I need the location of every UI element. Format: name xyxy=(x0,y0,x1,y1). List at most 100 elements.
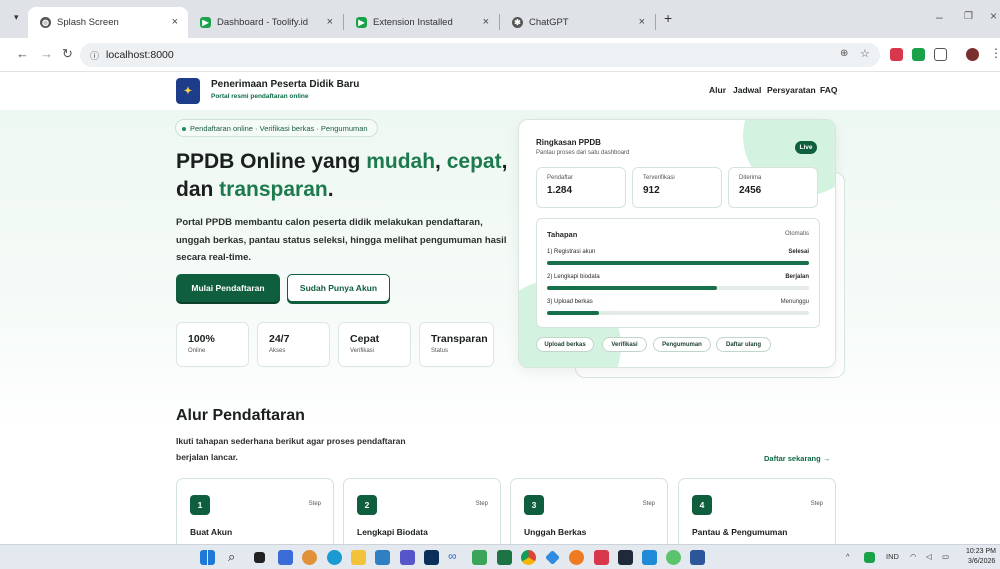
step-status: Berjalan xyxy=(785,274,809,280)
reload-icon[interactable]: ↻ xyxy=(62,46,73,62)
metric-label: Terverifikasi xyxy=(643,175,675,181)
nav-faq[interactable]: FAQ xyxy=(820,85,837,95)
tab-title: Splash Screen xyxy=(57,17,119,28)
forward-icon[interactable]: → xyxy=(40,46,53,61)
profile-avatar-icon[interactable] xyxy=(966,48,979,61)
app-icon[interactable] xyxy=(400,550,415,565)
edge-icon[interactable] xyxy=(327,550,342,565)
chip-verifikasi[interactable]: Verifikasi xyxy=(602,337,647,352)
address-bar-row: ← → ↻ ⓘ localhost:8000 ⊕ ☆ ⋮ xyxy=(0,38,1000,72)
zoom-icon[interactable]: ⊕ xyxy=(840,48,848,59)
stat-label: Status xyxy=(431,348,449,354)
nav-jadwal[interactable]: Jadwal xyxy=(733,85,761,95)
firefox-icon[interactable] xyxy=(569,550,584,565)
clock-date[interactable]: 3/6/2026 xyxy=(968,558,995,565)
nav-alur[interactable]: Alur xyxy=(709,85,726,95)
task-view-icon[interactable] xyxy=(254,552,265,563)
language-indicator[interactable]: IND xyxy=(886,552,899,561)
excel-icon[interactable] xyxy=(497,550,512,565)
app-icon[interactable] xyxy=(375,550,390,565)
chip-pengumuman[interactable]: Pengumuman xyxy=(653,337,711,352)
step-title: Buat Akun xyxy=(190,527,233,537)
school-logo-icon[interactable]: ✦ xyxy=(176,78,200,104)
vscode-icon[interactable] xyxy=(642,550,657,565)
register-now-link[interactable]: Daftar sekarang → xyxy=(764,454,830,463)
minimize-icon[interactable]: – xyxy=(936,10,943,24)
windows-start-icon[interactable] xyxy=(200,550,215,565)
photoshop-icon[interactable] xyxy=(424,550,439,565)
step-status: Menunggu xyxy=(780,299,809,305)
colorful-app-icon[interactable] xyxy=(302,550,317,565)
url-field[interactable]: ⓘ localhost:8000 ⊕ ☆ xyxy=(80,43,880,67)
toolify-extension-icon[interactable] xyxy=(912,48,925,61)
tray-chevron-icon[interactable]: ^ xyxy=(846,552,850,561)
tab-separator xyxy=(655,14,656,30)
new-tab-button[interactable]: + xyxy=(664,10,672,26)
title-text: , xyxy=(435,150,447,173)
search-icon[interactable]: ⌕ xyxy=(228,549,235,565)
back-icon[interactable]: ← xyxy=(16,46,29,61)
flow-step-card[interactable]: 4 Step Pantau & Pengumuman xyxy=(678,478,836,544)
wifi-icon[interactable]: ◠ xyxy=(910,552,917,561)
extensions-puzzle-icon[interactable] xyxy=(934,48,947,61)
tab-splash-screen[interactable]: ◍ Splash Screen × xyxy=(28,7,188,38)
step-label: 1) Registrasi akun xyxy=(547,249,596,255)
brand-title: Penerimaan Peserta Didik Baru xyxy=(211,79,360,90)
flow-step-card[interactable]: 3 Step Unggah Berkas xyxy=(510,478,668,544)
file-explorer-icon[interactable] xyxy=(351,550,366,565)
start-registration-button[interactable]: Mulai Pendaftaran xyxy=(176,274,280,302)
app-icon[interactable] xyxy=(472,550,487,565)
app-icon[interactable] xyxy=(594,550,609,565)
url-text: localhost:8000 xyxy=(106,49,174,61)
metric-pendaftar: Pendaftar 1.284 xyxy=(536,167,626,208)
terminal-icon[interactable] xyxy=(618,550,633,565)
step-number: 1 xyxy=(190,495,210,515)
close-window-icon[interactable]: × xyxy=(990,9,997,23)
chip-daftar-ulang[interactable]: Daftar ulang xyxy=(716,337,771,352)
nav-persyaratan[interactable]: Persyaratan xyxy=(767,85,816,95)
volume-icon[interactable]: ◁ xyxy=(926,552,932,561)
metric-value: 2456 xyxy=(739,185,762,196)
steps-title: Tahapan xyxy=(547,230,578,239)
metric-terverifikasi: Terverifikasi 912 xyxy=(632,167,722,208)
tab-extension-installed[interactable]: ▶ Extension Installed × xyxy=(344,7,499,38)
tab-chatgpt[interactable]: ✱ ChatGPT × xyxy=(500,7,655,38)
extension-red-icon[interactable] xyxy=(890,48,903,61)
tab-dashboard-toolify[interactable]: ▶ Dashboard - Toolify.id × xyxy=(188,7,343,38)
browser-menu-icon[interactable]: ⋮ xyxy=(990,46,1000,60)
tab-search-chevron-icon[interactable]: ▾ xyxy=(14,12,19,23)
have-account-button[interactable]: Sudah Punya Akun xyxy=(287,274,390,302)
stat-label: Online xyxy=(188,348,206,354)
globe-icon: ◍ xyxy=(40,17,51,28)
clock-time[interactable]: 10:23 PM xyxy=(966,548,996,555)
flow-step-card[interactable]: 2 Step Lengkapi Biodata xyxy=(343,478,501,544)
battery-icon[interactable]: ▭ xyxy=(942,552,949,561)
stat-value: Transparan xyxy=(431,333,488,345)
bookmark-star-icon[interactable]: ☆ xyxy=(860,47,870,60)
hero-title-line-1: PPDB Online yang mudah, cepat, xyxy=(176,150,507,174)
site-info-icon[interactable]: ⓘ xyxy=(90,49,99,62)
chip-upload-berkas[interactable]: Upload berkas xyxy=(536,337,594,352)
close-tab-icon[interactable]: × xyxy=(172,16,178,28)
restore-icon[interactable]: ❐ xyxy=(964,11,973,22)
app-icon[interactable] xyxy=(545,550,560,565)
title-highlight: transparan xyxy=(219,178,328,201)
step-label: 3) Upload berkas xyxy=(547,299,593,305)
step-tag: Step xyxy=(810,501,823,507)
step-progress-bar xyxy=(547,261,809,265)
metric-value: 1.284 xyxy=(547,185,573,196)
tab-title: ChatGPT xyxy=(529,17,569,28)
close-tab-icon[interactable]: × xyxy=(639,16,645,28)
site-header: ✦ Penerimaan Peserta Didik Baru Portal r… xyxy=(0,72,1000,110)
flow-step-card[interactable]: 1 Step Buat Akun xyxy=(176,478,334,544)
tray-app-icon[interactable] xyxy=(864,552,875,563)
close-tab-icon[interactable]: × xyxy=(327,16,333,28)
toolify-icon: ▶ xyxy=(200,17,211,28)
step-title: Unggah Berkas xyxy=(524,527,587,537)
close-tab-icon[interactable]: × xyxy=(483,16,489,28)
word-icon[interactable] xyxy=(690,550,705,565)
chatgpt-app-icon[interactable] xyxy=(666,550,681,565)
widgets-icon[interactable] xyxy=(278,550,293,565)
chrome-icon[interactable] xyxy=(521,550,536,565)
infinity-app-icon[interactable]: ∞ xyxy=(448,549,463,564)
